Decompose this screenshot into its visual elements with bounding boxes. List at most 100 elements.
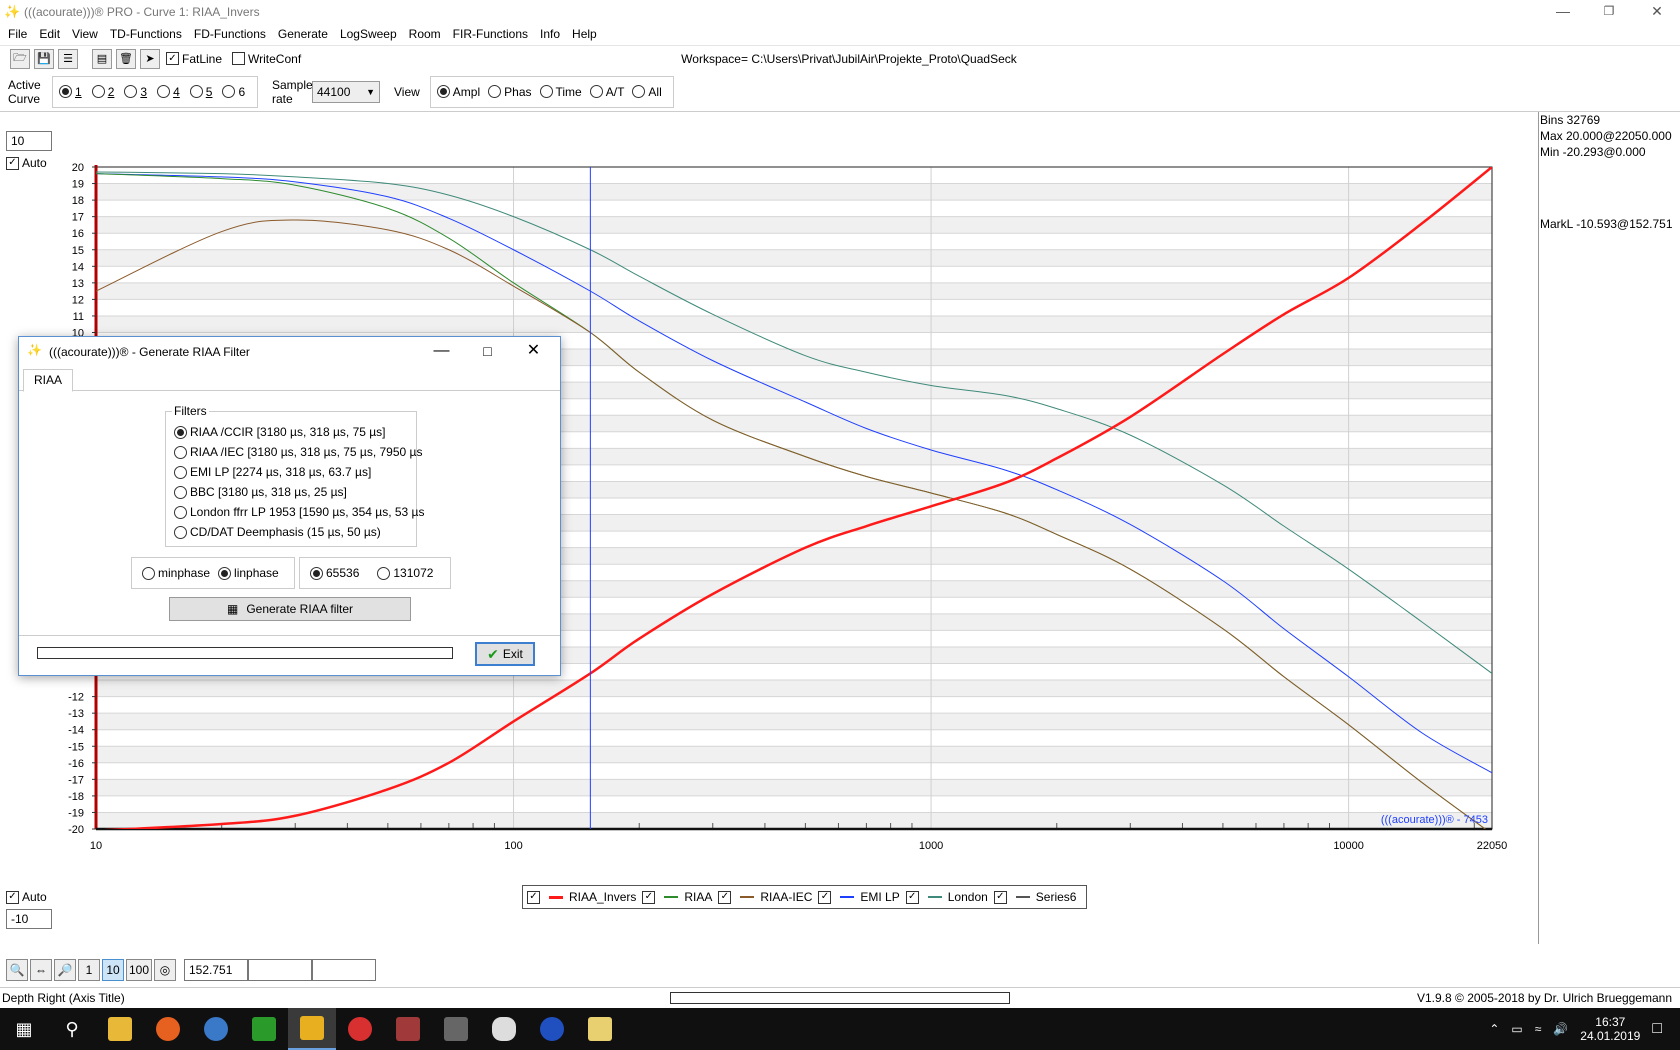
volume-icon[interactable]: 🔊 (1553, 1022, 1568, 1036)
cursor-field-3[interactable] (312, 959, 376, 981)
clock[interactable]: 16:37 24.01.2019 (1580, 1015, 1640, 1043)
menu-fir-functions[interactable]: FIR-Functions (453, 25, 528, 43)
steps-app-icon[interactable] (384, 1008, 432, 1050)
curve-radio-1[interactable] (59, 85, 72, 98)
zoom-fit-icon[interactable]: ⇔ (30, 959, 52, 981)
minimize-button[interactable]: — (1540, 0, 1586, 24)
generate-riaa-button[interactable]: ▦ Generate RIAA filter (169, 597, 411, 621)
firefox-icon[interactable] (144, 1008, 192, 1050)
view-label-ampl: Ampl (452, 84, 481, 99)
zoom-toolbar: 🔍 ⇔ 🔎 1 10 100 ◎ (6, 958, 376, 982)
legend-checkbox[interactable]: ✓ (993, 890, 1007, 904)
menu-logsweep[interactable]: LogSweep (340, 25, 397, 43)
wifi-icon[interactable]: ≈ (1535, 1022, 1542, 1036)
filter-option-london[interactable]: London ffrr LP 1953 [1590 µs, 354 µs, 53… (174, 505, 424, 519)
view-radio-at[interactable] (589, 85, 603, 98)
menu-room[interactable]: Room (409, 25, 441, 43)
zoom-in-icon[interactable]: 🔍 (6, 959, 28, 981)
tray-chevron-up-icon[interactable]: ⌃ (1489, 1022, 1499, 1036)
size-65536-label: 65536 (326, 566, 360, 580)
tab-riaa[interactable]: RIAA (23, 369, 74, 392)
view-radio-phas[interactable] (488, 85, 502, 98)
menu-edit[interactable]: Edit (39, 25, 60, 43)
export-icon[interactable]: ➤ (140, 48, 160, 69)
zoom-10-button[interactable]: 10 (102, 959, 124, 981)
zoom-100-button[interactable]: 100 (126, 959, 152, 981)
writeconf-checkbox[interactable] (232, 52, 246, 65)
dialog-title-bar: ✨ (((acourate)))® - Generate RIAA Filter… (19, 337, 560, 367)
filter-option-riaa-iec[interactable]: RIAA /IEC [3180 µs, 318 µs, 75 µs, 7950 … (174, 445, 422, 459)
curve-radio-2[interactable] (91, 85, 105, 98)
size-131072-label: 131072 (393, 566, 434, 580)
legend-checkbox[interactable]: ✓ (818, 890, 832, 904)
curve-radio-3[interactable] (124, 85, 138, 98)
filter-option-bbc[interactable]: BBC [3180 µs, 318 µs, 25 µs] (174, 485, 347, 499)
view-radio-all[interactable] (632, 85, 646, 98)
legend-checkbox[interactable]: ✓ (527, 890, 540, 904)
restore-button[interactable]: ❐ (1586, 0, 1632, 24)
curve-label-5: 5 (205, 84, 213, 99)
acourate-taskbar-icon[interactable] (288, 1008, 336, 1050)
media-player-icon[interactable] (240, 1008, 288, 1050)
cursor-value-field[interactable] (184, 959, 248, 981)
fatline-checkbox[interactable]: ✓ (166, 52, 179, 65)
target-icon[interactable]: ◎ (154, 959, 176, 981)
document-app-icon[interactable] (576, 1008, 624, 1050)
curve-radio-5[interactable] (189, 85, 203, 98)
filter-option-cd-dat[interactable]: CD/DAT Deemphasis (15 µs, 50 µs) (174, 525, 381, 539)
save-icon[interactable]: 💾 (34, 48, 54, 69)
zoom-1-button[interactable]: 1 (78, 959, 100, 981)
dialog-maximize-button[interactable]: □ (465, 337, 510, 367)
legend-checkbox[interactable]: ✓ (642, 890, 656, 904)
fox-app-icon[interactable] (480, 1008, 528, 1050)
menu-help[interactable]: Help (572, 25, 597, 43)
mail-icon[interactable] (192, 1008, 240, 1050)
menu-file[interactable]: File (8, 25, 27, 43)
curve-radio-6[interactable] (222, 85, 236, 98)
generate-riaa-dialog: ✨ (((acourate)))® - Generate RIAA Filter… (18, 336, 561, 676)
trash-icon[interactable]: 🗑 (116, 48, 136, 69)
zoom-out-icon[interactable]: 🔎 (54, 959, 76, 981)
view-radio-time[interactable] (539, 85, 553, 98)
filter-option-emi-lp[interactable]: EMI LP [2274 µs, 318 µs, 63.7 µs] (174, 465, 371, 479)
grid-band (96, 282, 1492, 300)
auto-bottom-checkbox[interactable]: ✓ (6, 890, 19, 904)
audio-app-icon[interactable] (528, 1008, 576, 1050)
tool-app-icon[interactable] (432, 1008, 480, 1050)
file-explorer-icon[interactable] (96, 1008, 144, 1050)
exit-button[interactable]: ✔ Exit (475, 642, 535, 666)
size-65536-radio[interactable] (310, 566, 323, 580)
dialog-minimize-button[interactable]: — (419, 337, 464, 367)
y-tick-label: -15 (68, 741, 84, 753)
open-icon[interactable]: 🗁 (10, 48, 30, 69)
view-radio-ampl[interactable] (436, 85, 450, 98)
curve-radio-4[interactable] (157, 85, 171, 98)
notification-icon[interactable]: □ (1652, 1020, 1662, 1038)
toolbar: 🗁 💾 ☰ ▤ 🗑 ➤ ✓ FatLine WriteConf Workspac… (0, 45, 1680, 71)
ccleaner-icon[interactable] (336, 1008, 384, 1050)
delete-all-icon[interactable]: ▤ (92, 48, 112, 69)
close-button[interactable]: ✕ (1634, 0, 1680, 24)
grid-band (96, 216, 1492, 234)
legend-checkbox[interactable]: ✓ (905, 890, 919, 904)
menu-fd-functions[interactable]: FD-Functions (194, 25, 266, 43)
menu-view[interactable]: View (72, 25, 98, 43)
size-131072-radio[interactable] (377, 566, 391, 580)
menu-td-functions[interactable]: TD-Functions (110, 25, 182, 43)
auto-bottom-label: Auto (22, 890, 47, 904)
search-icon[interactable]: ⚲ (48, 1008, 96, 1050)
menu-generate[interactable]: Generate (278, 25, 328, 43)
sample-rate-select[interactable]: 44100 ▼ (312, 80, 380, 103)
linphase-radio[interactable] (218, 566, 232, 580)
battery-icon[interactable]: ▭ (1511, 1022, 1522, 1036)
cursor-field-2[interactable] (248, 959, 312, 981)
ymin-input[interactable] (6, 909, 52, 929)
dialog-close-button[interactable]: ✕ (511, 337, 556, 367)
bins-info: Bins 32769 (1540, 113, 1601, 127)
windows-start-icon[interactable]: ▦ (0, 1008, 48, 1050)
tree-icon[interactable]: ☰ (58, 48, 78, 69)
minphase-radio[interactable] (142, 566, 155, 580)
legend-checkbox[interactable]: ✓ (718, 890, 732, 904)
menu-info[interactable]: Info (540, 25, 560, 43)
filter-option-riaa-ccir[interactable]: RIAA /CCIR [3180 µs, 318 µs, 75 µs] (174, 425, 386, 439)
